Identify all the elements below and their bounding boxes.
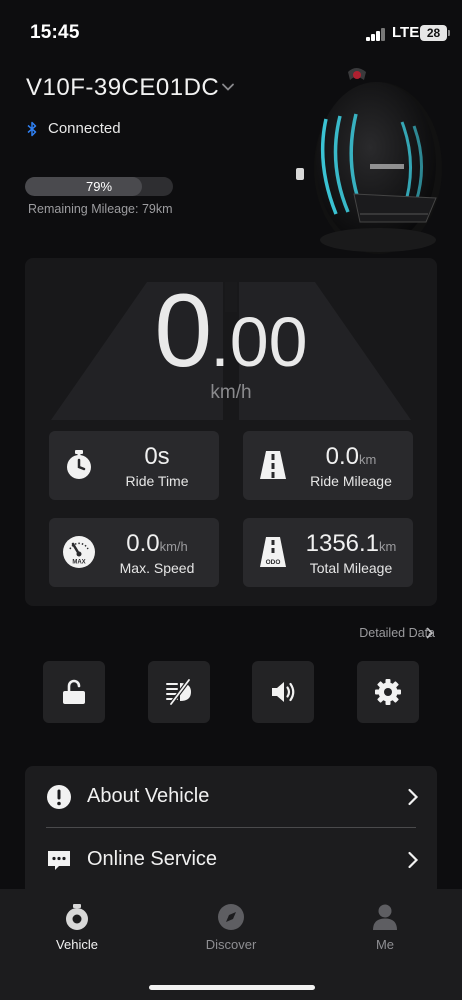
max-icon-text: MAX bbox=[72, 560, 85, 566]
battery-percent: 79% bbox=[85, 179, 113, 194]
total-mileage-tile: ODO 1356.1km Total Mileage bbox=[243, 518, 413, 587]
total-mileage-value: 1356.1km bbox=[305, 530, 397, 557]
ride-time-tile: 0s Ride Time bbox=[49, 431, 219, 500]
tab-discover[interactable]: Discover bbox=[154, 889, 308, 969]
speed-readout: 0.00 bbox=[25, 272, 437, 391]
tab-label-vehicle: Vehicle bbox=[56, 937, 98, 952]
ride-time-value: 0s bbox=[144, 443, 170, 470]
menu-label-online-service: Online Service bbox=[87, 848, 218, 870]
road-icon bbox=[260, 451, 286, 479]
unlock-button[interactable] bbox=[43, 661, 105, 723]
unicycle-image bbox=[296, 68, 442, 254]
odo-icon-text: ODO bbox=[266, 559, 281, 566]
speed-unit: km/h bbox=[210, 382, 252, 403]
odometer-road-icon: ODO bbox=[260, 537, 286, 567]
cellular-signal-icon bbox=[366, 28, 386, 41]
info-icon bbox=[47, 785, 71, 809]
menu-item-online-service[interactable]: Online Service bbox=[25, 829, 437, 891]
tab-label-discover: Discover bbox=[205, 937, 257, 952]
person-icon bbox=[373, 904, 397, 930]
status-time: 15:45 bbox=[30, 22, 80, 43]
vehicle-menu: About Vehicle Online Service bbox=[25, 766, 437, 896]
speed-decimal-point: . bbox=[210, 303, 230, 381]
battery-icon: 28 bbox=[420, 25, 450, 41]
tab-me[interactable]: Me bbox=[308, 889, 462, 969]
menu-divider bbox=[46, 827, 416, 828]
connection-status: Connected bbox=[48, 120, 121, 137]
max-speed-tile: MAX 0.0km/h Max. Speed bbox=[49, 518, 219, 587]
max-speed-value: 0.0km/h bbox=[126, 530, 188, 557]
tab-bar: Vehicle Discover Me bbox=[0, 889, 462, 1000]
horn-button[interactable] bbox=[252, 661, 314, 723]
chevron-right-icon bbox=[408, 788, 419, 806]
vehicle-icon bbox=[66, 904, 88, 930]
remaining-mileage: Remaining Mileage: 79km bbox=[28, 202, 173, 216]
settings-button[interactable] bbox=[357, 661, 419, 723]
compass-icon bbox=[218, 904, 244, 930]
speed-integer: 0 bbox=[154, 273, 212, 389]
gear-icon bbox=[375, 679, 401, 705]
chevron-down-icon[interactable] bbox=[221, 80, 235, 94]
ride-mileage-tile: 0.0km Ride Mileage bbox=[243, 431, 413, 500]
ride-time-label: Ride Time bbox=[125, 473, 189, 489]
speed-card: 0.00 km/h 0s Ride Time 0.0km Ride Mileag… bbox=[25, 258, 437, 606]
tab-vehicle[interactable]: Vehicle bbox=[0, 889, 154, 969]
stopwatch-icon bbox=[67, 450, 91, 479]
max-speed-label: Max. Speed bbox=[119, 560, 195, 576]
speed-decimal: 00 bbox=[229, 303, 308, 381]
chevron-right-icon bbox=[408, 851, 419, 869]
network-type: LTE bbox=[392, 24, 420, 41]
menu-label-about-vehicle: About Vehicle bbox=[87, 785, 210, 807]
speedometer-icon: MAX bbox=[63, 536, 95, 568]
menu-item-about-vehicle[interactable]: About Vehicle bbox=[25, 766, 437, 828]
total-mileage-label: Total Mileage bbox=[309, 560, 393, 576]
detailed-data-link[interactable]: Detailed Data bbox=[359, 626, 435, 640]
home-indicator bbox=[149, 985, 315, 990]
vehicle-name[interactable]: V10F-39CE01DC bbox=[26, 74, 219, 102]
bluetooth-icon bbox=[27, 121, 37, 137]
speaker-icon bbox=[272, 682, 295, 702]
ride-mileage-value: 0.0km bbox=[325, 443, 377, 470]
status-bar: 15:45 LTE 28 bbox=[0, 0, 462, 60]
ride-mileage-label: Ride Mileage bbox=[310, 473, 392, 489]
chevron-right-icon[interactable] bbox=[425, 627, 434, 639]
light-toggle-button[interactable] bbox=[148, 661, 210, 723]
tab-label-me: Me bbox=[375, 937, 395, 952]
battery-progress-bar: 79% bbox=[25, 177, 173, 196]
chat-icon bbox=[48, 851, 70, 870]
light-off-icon bbox=[166, 678, 191, 706]
unlock-icon bbox=[63, 679, 85, 704]
